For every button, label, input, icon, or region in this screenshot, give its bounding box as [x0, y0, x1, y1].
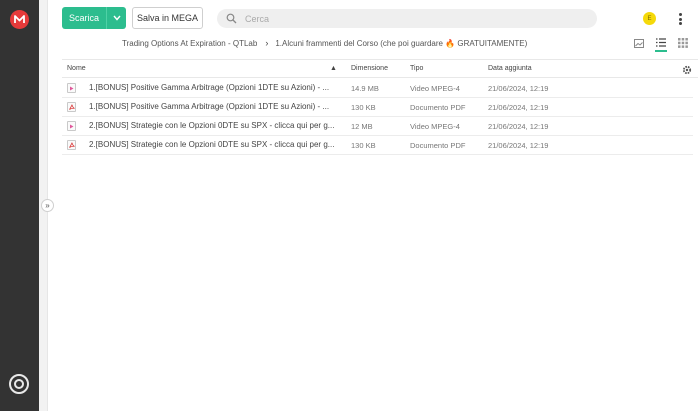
pdf-file-icon: [67, 140, 76, 150]
thumbnail-view-icon[interactable]: [633, 37, 645, 49]
file-name[interactable]: 1.[BONUS] Positive Gamma Arbitrage (Opzi…: [89, 102, 339, 111]
sync-icon[interactable]: [9, 374, 29, 394]
download-button-label: Scarica: [68, 13, 99, 23]
file-type: Documento PDF: [410, 141, 466, 150]
file-name[interactable]: 2.[BONUS] Strategie con le Opzioni 0DTE …: [89, 140, 339, 149]
file-type: Documento PDF: [410, 103, 466, 112]
breadcrumb-subfolder: 1.Alcuni frammenti del Corso (che poi gu…: [275, 38, 528, 48]
search-bar[interactable]: [217, 9, 597, 28]
column-header-type[interactable]: Tipo: [410, 65, 423, 72]
chevron-right-icon: ›: [265, 38, 269, 48]
pdf-file-icon: [67, 102, 76, 112]
search-input[interactable]: [245, 13, 575, 24]
left-rail: [0, 0, 39, 411]
file-name[interactable]: 1.[BONUS] Positive Gamma Arbitrage (Opzi…: [89, 83, 339, 92]
video-file-icon: [67, 83, 76, 93]
table-row[interactable]: 2.[BONUS] Strategie con le Opzioni 0DTE …: [62, 116, 693, 136]
sort-ascending-icon[interactable]: ▲: [330, 65, 337, 72]
expand-panel-button[interactable]: »: [41, 199, 54, 212]
file-size: 14.9 MB: [351, 84, 379, 93]
grid-view-icon[interactable]: [677, 37, 689, 49]
column-header-name[interactable]: Nome: [67, 65, 86, 72]
file-size: 12 MB: [351, 122, 373, 131]
file-size: 130 KB: [351, 141, 376, 150]
table-row[interactable]: 1.[BONUS] Positive Gamma Arbitrage (Opzi…: [62, 78, 693, 98]
view-switcher: [633, 37, 699, 52]
chevron-down-icon[interactable]: [106, 7, 126, 29]
file-date: 21/06/2024, 12:19: [488, 141, 549, 150]
download-button[interactable]: Scarica: [62, 7, 126, 29]
breadcrumb: Trading Options At Expiration - QTLab › …: [122, 38, 527, 48]
file-date: 21/06/2024, 12:19: [488, 103, 549, 112]
file-size: 130 KB: [351, 103, 376, 112]
file-type: Video MPEG-4: [410, 84, 460, 93]
column-header-size[interactable]: Dimensione: [351, 65, 388, 72]
table-header: Nome ▲ Dimensione Tipo Data aggiunta: [62, 59, 698, 78]
file-date: 21/06/2024, 12:19: [488, 84, 549, 93]
table-row[interactable]: 2.[BONUS] Strategie con le Opzioni 0DTE …: [62, 135, 693, 155]
breadcrumb-folder[interactable]: Trading Options At Expiration - QTLab: [122, 39, 257, 48]
search-icon: [217, 13, 245, 24]
table-row[interactable]: 1.[BONUS] Positive Gamma Arbitrage (Opzi…: [62, 97, 693, 117]
file-name[interactable]: 2.[BONUS] Strategie con le Opzioni 0DTE …: [89, 121, 339, 130]
column-header-date[interactable]: Data aggiunta: [488, 65, 532, 72]
save-to-mega-button[interactable]: Salva in MEGA: [132, 7, 203, 29]
mega-logo-icon[interactable]: [10, 10, 29, 29]
file-type: Video MPEG-4: [410, 122, 460, 131]
more-options-icon[interactable]: [677, 11, 683, 27]
video-file-icon: [67, 121, 76, 131]
avatar[interactable]: E: [643, 12, 656, 25]
list-view-icon[interactable]: [655, 37, 667, 52]
file-date: 21/06/2024, 12:19: [488, 122, 549, 131]
